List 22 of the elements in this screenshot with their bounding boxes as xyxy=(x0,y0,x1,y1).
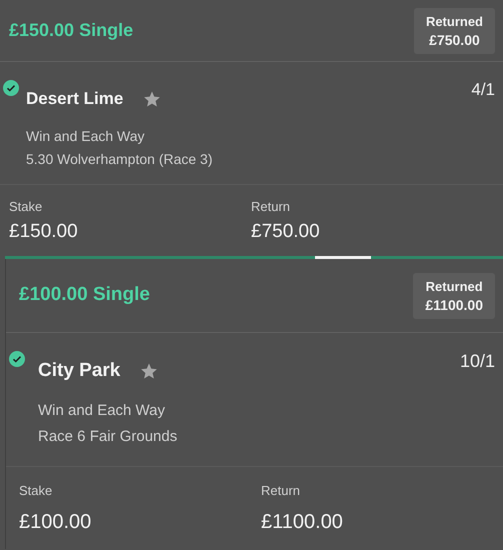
bet-title: £150.00 Single xyxy=(9,19,134,42)
stake-label: Stake xyxy=(9,198,44,216)
selection-name: Desert Lime xyxy=(26,88,124,110)
odds: 10/1 xyxy=(460,350,495,373)
returned-badge: Returned £750.00 xyxy=(414,8,495,54)
market-text: Win and Each Way xyxy=(26,126,146,146)
market-text: Win and Each Way xyxy=(38,400,166,420)
star-icon[interactable] xyxy=(140,362,158,380)
bet-title: £100.00 Single xyxy=(19,283,150,308)
odds: 4/1 xyxy=(471,79,495,101)
event-text: 5.30 Wolverhampton (Race 3) xyxy=(26,150,214,169)
stake-amount: £100.00 xyxy=(19,510,92,534)
stake-label: Stake xyxy=(19,482,54,500)
returned-badge: Returned £1100.00 xyxy=(413,272,495,318)
event-text: Race 6 Fair Grounds xyxy=(38,427,178,447)
return-label: Return xyxy=(251,198,292,216)
return-amount: £1100.00 xyxy=(261,510,344,534)
stake-amount: £150.00 xyxy=(9,220,79,244)
return-label: Return xyxy=(261,482,302,500)
return-amount: £750.00 xyxy=(251,220,321,244)
star-icon[interactable] xyxy=(143,90,162,108)
selection-name: City Park xyxy=(38,359,120,383)
